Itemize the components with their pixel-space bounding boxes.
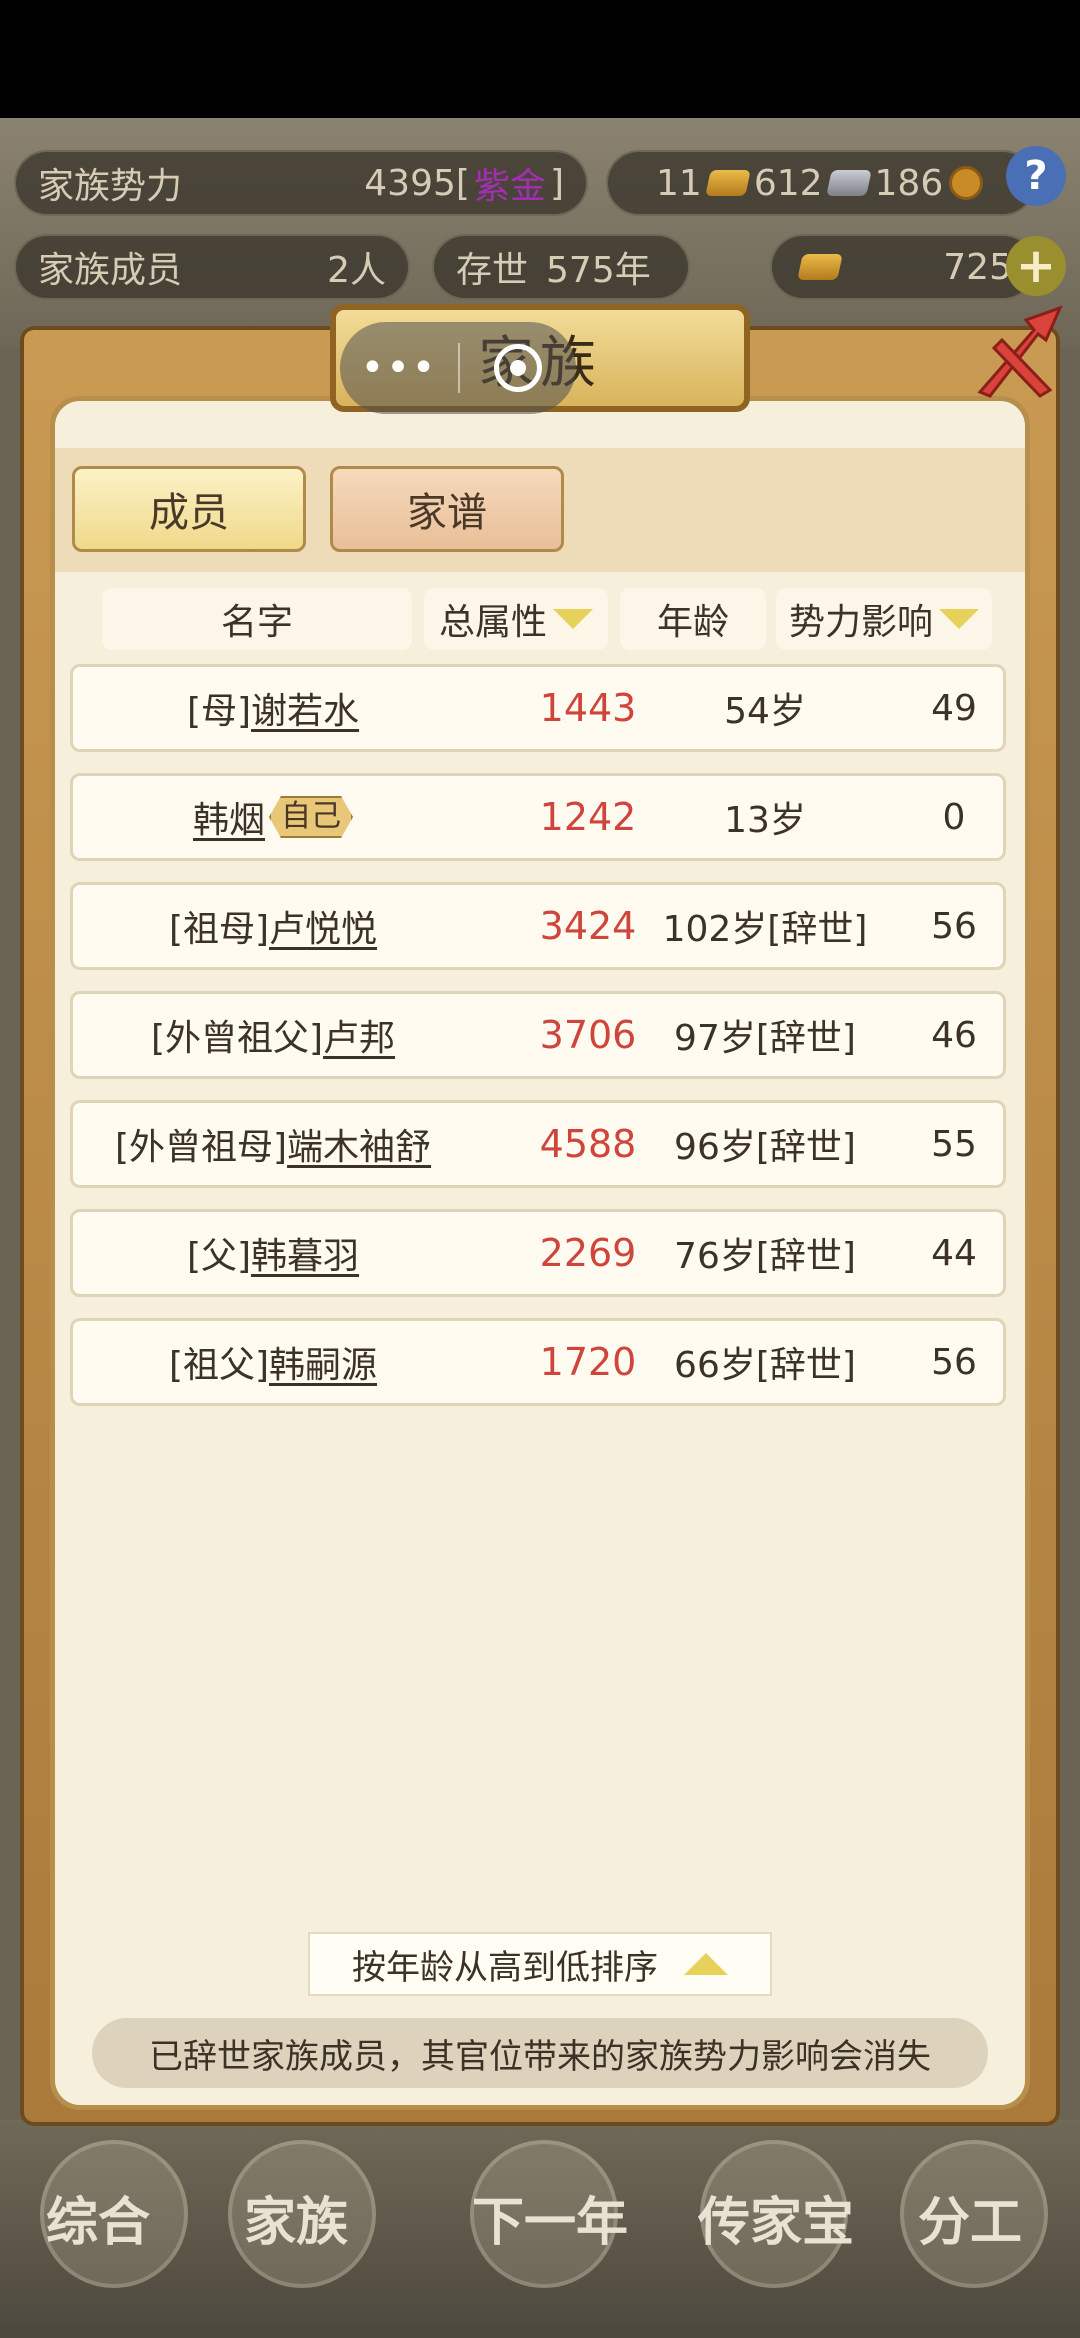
nav-overview[interactable]: 综合 (8, 2180, 188, 2255)
capsule-divider (458, 343, 460, 393)
member-name-cell: 韩烟 自己 (73, 776, 473, 858)
column-influence-label: 势力影响 (788, 602, 933, 643)
table-row[interactable]: [祖母] 卢悦悦 3424 102岁[辞世] 56 (70, 882, 1006, 970)
influence: 44 (931, 1232, 977, 1274)
members-value: 2人 (327, 250, 386, 291)
column-header-attr[interactable]: 总属性 (424, 588, 608, 650)
rank-badge: 紫金 (473, 166, 546, 207)
member-name-link[interactable]: 卢悦悦 (269, 900, 377, 952)
member-name-link[interactable]: 端木袖舒 (287, 1118, 431, 1170)
table-row[interactable]: [外曾祖父] 卢邦 3706 97岁[辞世] 46 (70, 991, 1006, 1079)
relation-prefix: [父] (186, 1236, 252, 1277)
members-bar: 家族成员 2人 (14, 234, 410, 300)
member-name-cell: [祖母] 卢悦悦 (73, 885, 473, 967)
sort-order-button[interactable]: 按年龄从高到低排序 (308, 1932, 772, 1996)
column-header-influence[interactable]: 势力影响 (776, 588, 992, 650)
age: 102岁[辞世] (662, 909, 868, 950)
age: 96岁[辞世] (674, 1127, 856, 1168)
influence: 49 (931, 687, 977, 729)
ingot-value: 725 (943, 246, 1012, 288)
family-power-value: 4395 (364, 162, 456, 204)
influence: 56 (931, 1341, 977, 1383)
table-row[interactable]: [母] 谢若水 1443 54岁 49 (70, 664, 1006, 752)
age: 54岁 (724, 691, 806, 732)
member-name-cell: [外曾祖父] 卢邦 (73, 994, 473, 1076)
member-name-link[interactable]: 谢若水 (251, 682, 359, 734)
relation-prefix: [母] (186, 691, 252, 732)
member-name-cell: [父] 韩暮羽 (73, 1212, 473, 1294)
influence: 46 (931, 1014, 977, 1056)
column-attr-label: 总属性 (438, 602, 547, 643)
sort-down-icon (553, 609, 593, 629)
exist-label: 存世 (456, 250, 529, 291)
ingot-bar: 725 (770, 234, 1036, 300)
relation-prefix: [祖母] (168, 909, 270, 950)
member-name-link[interactable]: 韩嗣源 (269, 1336, 377, 1388)
table-row[interactable]: [父] 韩暮羽 2269 76岁[辞世] 44 (70, 1209, 1006, 1297)
sort-up-icon (684, 1953, 728, 1975)
relation-prefix: [外曾祖父] (150, 1018, 324, 1059)
member-name-link[interactable]: 韩暮羽 (251, 1227, 359, 1279)
members-label: 家族成员 (38, 250, 183, 291)
influence: 56 (931, 905, 977, 947)
member-name-cell: [祖父] 韩嗣源 (73, 1321, 473, 1403)
member-name-link[interactable]: 韩烟 (193, 791, 265, 843)
column-name-label: 名字 (220, 602, 293, 643)
table-row[interactable]: 韩烟 自己 1242 13岁 0 (70, 773, 1006, 861)
age: 66岁[辞世] (674, 1345, 856, 1386)
age: 76岁[辞世] (674, 1236, 856, 1277)
sort-order-label: 按年龄从高到低排序 (352, 1947, 658, 1988)
exist-value: 575年 (546, 250, 651, 291)
gold-ingot-icon (797, 254, 843, 280)
coin-icon (949, 166, 984, 200)
tab-genealogy[interactable]: 家谱 (330, 466, 564, 552)
more-icon[interactable]: ••• (340, 345, 458, 391)
silver-bar-count: 612 (753, 162, 823, 204)
member-name-cell: [外曾祖母] 端木袖舒 (73, 1103, 473, 1185)
table-row[interactable]: [祖父] 韩嗣源 1720 66岁[辞世] 56 (70, 1318, 1006, 1406)
column-header-age: 年龄 (620, 588, 766, 650)
tab-members[interactable]: 成员 (72, 466, 306, 552)
age: 97岁[辞世] (674, 1018, 856, 1059)
resources-bar: 11 612 186 (606, 150, 1036, 216)
notice-text: 已辞世家族成员，其官位带来的家族势力影响会消失 (92, 2018, 988, 2088)
column-header-name: 名字 (102, 588, 412, 650)
relation-prefix: [祖父] (168, 1345, 270, 1386)
rank-bracket-open: [ (455, 162, 470, 204)
relation-prefix: [外曾祖母] (114, 1127, 288, 1168)
family-power-bar: 家族势力 4395 [ 紫金 ] (14, 150, 588, 216)
nav-division[interactable]: 分工 (880, 2180, 1060, 2255)
silver-bar-icon (825, 170, 872, 196)
influence: 55 (931, 1123, 977, 1165)
nav-family[interactable]: 家族 (206, 2180, 386, 2255)
family-power-label: 家族势力 (38, 166, 183, 207)
self-badge: 自己 (269, 796, 353, 838)
close-target-icon[interactable] (494, 344, 542, 392)
coin-count: 186 (874, 162, 944, 204)
nav-next-year[interactable]: 下一年 (450, 2180, 650, 2255)
gold-bar-count: 11 (656, 162, 702, 204)
age: 13岁 (724, 800, 806, 841)
table-row[interactable]: [外曾祖母] 端木袖舒 4588 96岁[辞世] 55 (70, 1100, 1006, 1188)
column-age-label: 年龄 (656, 602, 729, 643)
rank-bracket-close: ] (549, 162, 564, 204)
nav-heirloom[interactable]: 传家宝 (686, 2180, 866, 2255)
close-icon[interactable] (962, 300, 1072, 410)
influence: 0 (942, 796, 966, 838)
sort-down-icon (939, 609, 979, 629)
exist-bar: 存世 575年 (432, 234, 690, 300)
mini-program-capsule[interactable]: ••• (340, 322, 576, 414)
member-name-link[interactable]: 卢邦 (323, 1009, 395, 1061)
gold-bar-icon (705, 170, 751, 196)
help-icon[interactable]: ? (1006, 146, 1066, 206)
member-name-cell: [母] 谢若水 (73, 667, 473, 749)
status-bar (0, 0, 1080, 118)
add-icon[interactable]: + (1006, 236, 1066, 296)
